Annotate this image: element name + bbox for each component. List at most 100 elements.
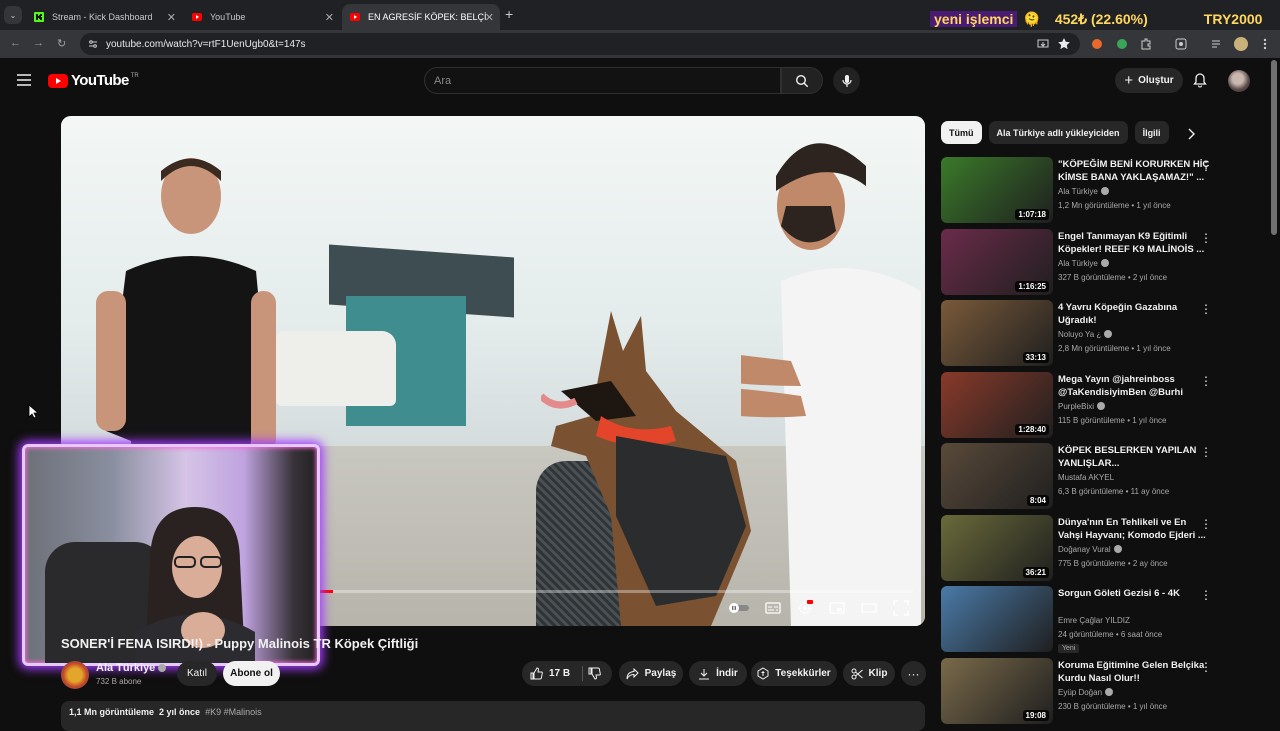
recommendation-channel[interactable]: Ala Türkiye — [1058, 187, 1109, 196]
recommendation-item[interactable]: 36:21 Dünya'nın En Tehlikeli ve En Vahşi … — [941, 514, 1261, 583]
create-button[interactable]: + Oluştur — [1115, 68, 1183, 93]
chip-related[interactable]: İlgili — [1134, 121, 1169, 144]
plus-icon: + — [1124, 72, 1134, 89]
recommendation-channel[interactable]: Mustafa AKYEL — [1058, 473, 1114, 482]
theater-mode-icon[interactable] — [861, 600, 877, 616]
recommendation-item[interactable]: Sorgun Göleti Gezisi 6 - 4K Emre Çağlar Y… — [941, 586, 1261, 654]
search-button[interactable] — [781, 67, 823, 94]
recommendation-item[interactable]: 1:07:18 "KÖPEĞİM BENİ KORURKEN HİÇ KİMSE … — [941, 157, 1261, 225]
recommendation-title[interactable]: Engel Tanımayan K9 Eğitimli Köpekler! RE… — [1058, 230, 1213, 256]
media-control-icon[interactable] — [1210, 37, 1224, 51]
share-button[interactable]: Paylaş — [619, 661, 683, 686]
video-thumbnail[interactable]: 8:04 — [941, 443, 1053, 509]
tab-kick-dashboard[interactable]: Stream - Kick Dashboard ✕ — [26, 4, 182, 30]
recommendation-title[interactable]: Dünya'nın En Tehlikeli ve En Vahşi Hayva… — [1058, 516, 1213, 542]
more-options-icon[interactable]: ⋮ — [1200, 159, 1212, 173]
notifications-bell-icon[interactable] — [1192, 72, 1208, 88]
video-thumbnail[interactable]: 36:21 — [941, 514, 1053, 581]
download-button[interactable]: İndir — [689, 661, 747, 686]
recommendation-item[interactable]: 33:13 4 Yavru Köpeğin Gazabına Uğradık! No… — [941, 300, 1261, 368]
more-options-icon[interactable]: ⋮ — [1200, 517, 1212, 531]
tab-close-icon[interactable]: ✕ — [325, 11, 334, 24]
more-options-icon[interactable]: ⋮ — [1200, 445, 1212, 459]
address-bar[interactable]: youtube.com/watch?v=rtF1UenUgb0&t=147s — [80, 33, 1080, 55]
recommendation-item[interactable]: 1:16:25 Engel Tanımayan K9 Eğitimli Köpek… — [941, 228, 1261, 297]
voice-search-button[interactable] — [833, 67, 860, 94]
video-thumbnail[interactable]: 1:28:40 — [941, 371, 1053, 438]
join-button[interactable]: Katıl — [177, 661, 217, 686]
video-thumbnail[interactable] — [941, 586, 1053, 652]
tab-close-icon[interactable]: ✕ — [167, 11, 176, 24]
recommendation-title[interactable]: Mega Yayın @jahreinboss @TaKendisiyimBen… — [1058, 373, 1213, 399]
bookmark-star-icon[interactable] — [1057, 37, 1071, 51]
tab-search-button[interactable]: ⌄ — [4, 6, 22, 24]
recommendation-item[interactable]: 1:28:40 Mega Yayın @jahreinboss @TaKendis… — [941, 371, 1261, 440]
extension-icon[interactable] — [1090, 37, 1104, 51]
recommendation-channel[interactable]: Eyüp Doğan — [1058, 687, 1114, 697]
chevron-right-icon[interactable] — [1186, 128, 1196, 140]
video-thumbnail[interactable]: 1:07:18 — [941, 157, 1053, 223]
back-arrow-icon[interactable]: ← — [10, 37, 21, 49]
tab-current-video[interactable]: EN AGRESİF KÖPEK: BELÇİKA M ✕ — [342, 4, 500, 30]
description-box[interactable]: 1,1 Mn görüntüleme 2 yıl önce #K9 #Malin… — [61, 701, 925, 731]
video-duration: 8:04 — [1026, 495, 1049, 506]
chip-from-uploader[interactable]: Ala Türkiye adlı yükleyiciden — [988, 121, 1128, 144]
video-duration: 1:28:40 — [1015, 423, 1049, 435]
autoplay-toggle-icon[interactable] — [728, 600, 750, 616]
more-options-icon[interactable]: ⋮ — [1200, 660, 1212, 674]
thanks-button[interactable]: Teşekkürler — [751, 661, 837, 686]
reload-icon[interactable]: ↻ — [57, 37, 66, 50]
page-scrollbar[interactable] — [1271, 60, 1277, 235]
browser-menu-icon[interactable] — [1258, 37, 1272, 51]
chip-all[interactable]: Tümü — [941, 121, 982, 144]
tab-youtube[interactable]: YouTube ✕ — [184, 4, 340, 30]
more-options-icon[interactable]: ⋮ — [1200, 231, 1212, 245]
recommendation-item[interactable]: 8:04 KÖPEK BESLERKEN YAPILAN YANLIŞLAR...… — [941, 443, 1261, 511]
logo-wordmark: YouTube — [71, 72, 129, 89]
recommendation-title[interactable]: Sorgun Göleti Gezisi 6 - 4K — [1058, 587, 1213, 600]
subtitles-icon[interactable] — [765, 600, 781, 616]
channel-name[interactable]: Ala Türkiye — [96, 662, 167, 674]
hamburger-menu-icon[interactable] — [16, 73, 32, 87]
extensions-puzzle-icon[interactable] — [1139, 37, 1153, 51]
site-info-icon[interactable] — [88, 39, 98, 49]
more-actions-button[interactable]: ··· — [901, 661, 926, 686]
hashtags[interactable]: #K9 #Malinois — [205, 707, 262, 717]
youtube-logo[interactable]: YouTube TR — [48, 72, 139, 89]
recommendation-title[interactable]: Koruma Eğitimine Gelen Belçika Kurdu Nas… — [1058, 659, 1213, 685]
channel-avatar[interactable] — [61, 661, 89, 689]
video-thumbnail[interactable]: 1:16:25 — [941, 228, 1053, 295]
subscribe-button[interactable]: Abone ol — [223, 661, 280, 686]
more-options-icon[interactable]: ⋮ — [1200, 588, 1212, 602]
forward-arrow-icon[interactable]: → — [33, 37, 44, 49]
recommendation-channel[interactable]: PurpleBixi — [1058, 401, 1106, 411]
recommendation-title[interactable]: 4 Yavru Köpeğin Gazabına Uğradık! — [1058, 301, 1213, 327]
recommendation-channel[interactable]: Doğanay Vural — [1058, 544, 1122, 554]
install-app-icon[interactable] — [1036, 37, 1050, 51]
extension-shield-icon[interactable] — [1115, 37, 1129, 51]
recommendation-channel[interactable]: Noluyo Ya ¿ — [1058, 330, 1113, 339]
tab-close-icon[interactable]: ✕ — [485, 11, 494, 24]
youtube-play-logo-icon — [48, 73, 68, 88]
fullscreen-icon[interactable] — [893, 600, 909, 616]
more-options-icon[interactable]: ⋮ — [1200, 374, 1212, 388]
clip-button[interactable]: Klip — [843, 661, 895, 686]
thumbs-down-icon[interactable] — [588, 667, 601, 680]
browser-profile-avatar[interactable] — [1234, 37, 1248, 51]
recommendation-title[interactable]: "KÖPEĞİM BENİ KORURKEN HİÇ KİMSE BANA YA… — [1058, 158, 1213, 184]
video-thumbnail[interactable]: 19:08 — [941, 657, 1053, 724]
search-input[interactable]: Ara — [424, 67, 781, 94]
recommendation-title[interactable]: KÖPEK BESLERKEN YAPILAN YANLIŞLAR... — [1058, 444, 1213, 470]
video-thumbnail[interactable]: 33:13 — [941, 300, 1053, 366]
more-options-icon[interactable]: ⋮ — [1200, 302, 1212, 316]
recommendation-channel[interactable]: Ala Türkiye — [1058, 258, 1109, 268]
settings-gear-icon[interactable] — [797, 600, 813, 616]
search-placeholder: Ara — [434, 74, 452, 87]
miniplayer-icon[interactable] — [829, 600, 845, 616]
verified-badge-icon — [1097, 401, 1106, 410]
account-avatar[interactable] — [1228, 70, 1250, 92]
recommendation-item[interactable]: 19:08 Koruma Eğitimine Gelen Belçika Kurd… — [941, 657, 1261, 726]
profile-sync-icon[interactable] — [1174, 37, 1188, 51]
new-tab-button[interactable]: + — [505, 6, 513, 22]
recommendation-channel[interactable]: Emre Çağlar YILDIZ — [1058, 616, 1130, 625]
